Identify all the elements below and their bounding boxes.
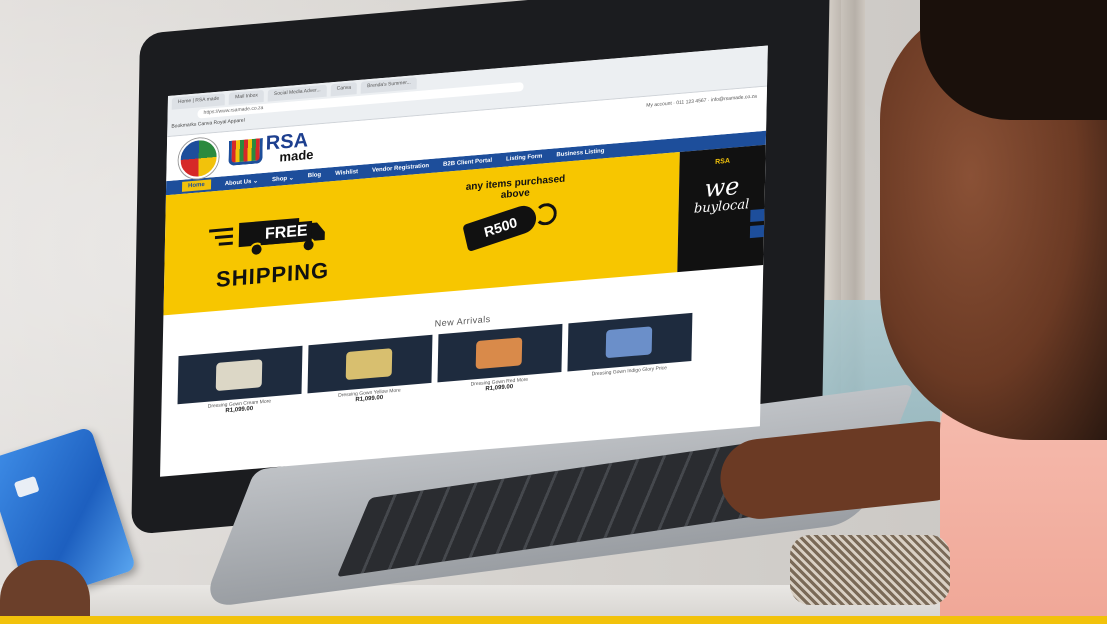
product-image[interactable] bbox=[177, 345, 303, 405]
nav-business-listing[interactable]: Business Listing bbox=[556, 148, 604, 158]
bookmarks-bar[interactable]: Bookmarks Canva Royal Apparel bbox=[171, 118, 244, 130]
browser-tab[interactable]: Mail Inbox bbox=[229, 89, 265, 105]
photo-scene: Home | RSA made Mail Inbox Social Media … bbox=[0, 0, 1107, 624]
left-hand bbox=[0, 560, 90, 624]
nav-b2b-portal[interactable]: B2B Client Portal bbox=[443, 158, 492, 168]
product-image[interactable] bbox=[567, 312, 693, 372]
nav-home[interactable]: Home bbox=[181, 179, 211, 192]
shipping-label: SHIPPING bbox=[215, 257, 330, 293]
side-tab[interactable] bbox=[749, 224, 765, 239]
tag-string-icon bbox=[534, 202, 558, 227]
bottom-accent-bar bbox=[0, 616, 1107, 624]
shopping-cart-icon bbox=[228, 137, 263, 166]
product-card[interactable]: Dressing Gown Cream More R1,099.00 bbox=[177, 345, 303, 419]
product-card[interactable]: Dressing Gown Indigo Glory Price bbox=[567, 312, 693, 386]
price-tag-icon: R500 bbox=[462, 202, 539, 253]
bracelet bbox=[790, 535, 950, 605]
header-top-links[interactable]: My account · 011 123 4567 · info@rsamade… bbox=[646, 93, 757, 108]
product-image[interactable] bbox=[307, 334, 433, 394]
buy-local-panel: RSA we buylocal bbox=[677, 144, 766, 273]
card-chip-icon bbox=[13, 475, 40, 498]
browser-tab[interactable]: Canva bbox=[330, 82, 358, 97]
nav-blog[interactable]: Blog bbox=[308, 172, 321, 179]
proudly-sa-badge-icon bbox=[178, 136, 220, 181]
promo-condition: any items purchased above bbox=[465, 173, 566, 202]
site-logo[interactable]: RSA made bbox=[228, 129, 314, 168]
side-tabs bbox=[749, 208, 765, 239]
nav-about[interactable]: About Us ⌄ bbox=[225, 177, 258, 187]
nav-listing-form[interactable]: Listing Form bbox=[506, 154, 542, 163]
nav-vendor-registration[interactable]: Vendor Registration bbox=[372, 163, 429, 174]
nav-shop[interactable]: Shop ⌄ bbox=[272, 174, 294, 183]
product-card[interactable]: Dressing Gown Yellow More R1,099.00 bbox=[307, 334, 433, 408]
laptop-screen: Home | RSA made Mail Inbox Social Media … bbox=[160, 45, 768, 477]
product-image[interactable] bbox=[437, 323, 563, 383]
side-tab[interactable] bbox=[750, 208, 765, 223]
product-card[interactable]: Dressing Gown Red More R1,099.00 bbox=[437, 323, 563, 397]
nav-wishlist[interactable]: Wishlist bbox=[335, 169, 358, 177]
mini-logo: RSA bbox=[715, 157, 730, 166]
free-label: FREE bbox=[260, 220, 312, 246]
